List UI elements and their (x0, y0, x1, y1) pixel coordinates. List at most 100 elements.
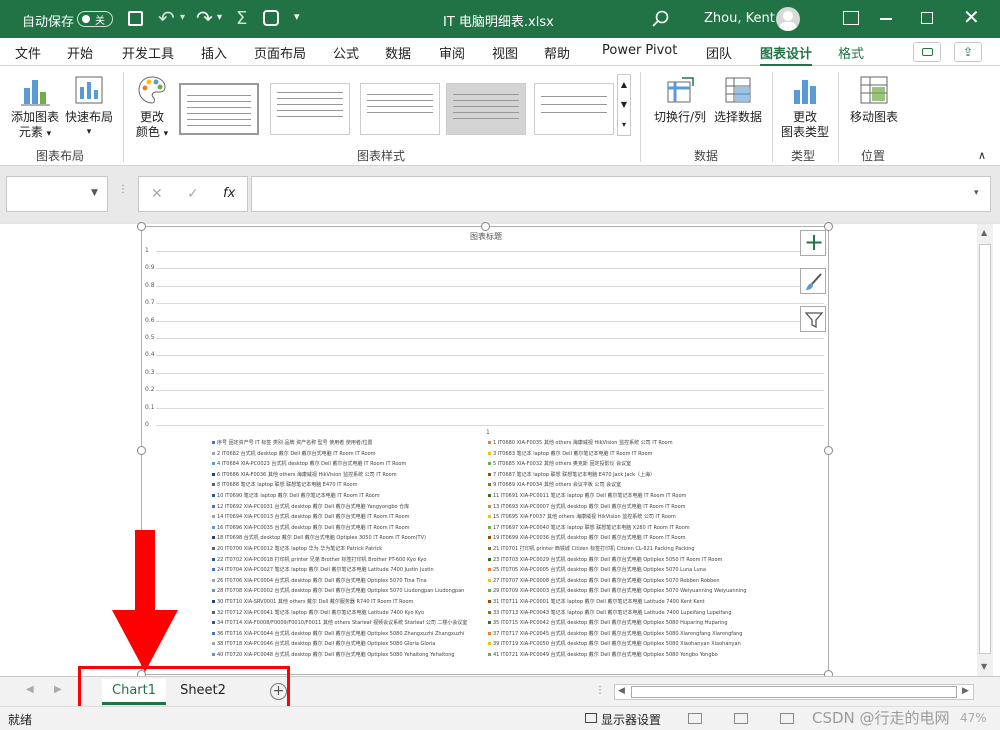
legend-entry[interactable]: 37 IT0717 XIA-PC0045 台式机 desktop 戴尔 Dell… (488, 630, 742, 637)
hscroll-right-icon[interactable]: ▶ (962, 686, 969, 696)
switch-row-column-button[interactable]: 切换行/列 (650, 74, 710, 125)
tab-home[interactable]: 开始 (67, 43, 93, 62)
cancel-icon[interactable]: ✕ (151, 186, 163, 202)
minimize-icon[interactable] (880, 18, 892, 20)
tab-developer[interactable]: 开发工具 (122, 43, 174, 62)
legend[interactable]: 序号 固定资产号 IT 标签 类别 品牌 资产名称 型号 使用者 使用者/位置 1… (212, 439, 772, 671)
tab-formulas[interactable]: 公式 (333, 43, 359, 62)
collapse-ribbon-icon[interactable]: ∧ (978, 149, 986, 162)
legend-entry[interactable]: 23 IT0703 XIA-PC0029 台式机 desktop 戴尔 Dell… (488, 556, 722, 563)
shapes-icon[interactable] (263, 10, 279, 26)
legend-entry[interactable]: 30 IT0710 XIA-SRV0001 其他 others 戴尔 Dell … (212, 598, 413, 605)
ribbon-display-icon[interactable] (843, 11, 859, 25)
legend-entry[interactable]: 序号 固定资产号 IT 标签 类别 品牌 资产名称 型号 使用者 使用者/位置 (212, 439, 373, 446)
legend-entry[interactable]: 28 IT0708 XIA-PC0002 台式机 desktop 戴尔 Dell… (212, 587, 464, 594)
legend-entry[interactable]: 16 IT0696 XIA-PC0035 台式机 desktop 戴尔 Dell… (212, 524, 410, 531)
hscroll-left-icon[interactable]: ◀ (618, 686, 625, 696)
legend-entry[interactable]: 21 IT0701 打印机 printer 西铁城 Citizen 标签打印机 … (488, 545, 695, 552)
quick-layout-button[interactable]: 快速布局 ▾ (63, 74, 115, 140)
legend-entry[interactable]: 35 IT0715 XIA-PC0042 台式机 desktop 戴尔 Dell… (488, 619, 728, 626)
redo-dropdown-icon[interactable]: ▾ (217, 12, 222, 23)
customize-qat-icon[interactable]: ▾ (294, 10, 300, 23)
search-icon[interactable] (652, 10, 670, 28)
save-icon[interactable] (128, 11, 143, 26)
legend-entry[interactable]: 10 IT0690 笔记本 laptop 戴尔 Dell 戴尔笔记本电脑 IT … (212, 492, 380, 499)
legend-entry[interactable]: 33 IT0713 XIA-PC0043 笔记本 laptop 戴尔 Dell … (488, 609, 732, 616)
chart-elements-button[interactable]: + (800, 228, 826, 256)
legend-entry[interactable]: 20 IT0700 XIA-PC0012 笔记本 laptop 华为 华为笔记本… (212, 545, 382, 552)
expand-formula-icon[interactable]: ▾ (974, 188, 979, 198)
enter-icon[interactable]: ✓ (187, 186, 199, 202)
tab-page-layout[interactable]: 页面布局 (254, 43, 306, 62)
legend-entry[interactable]: 32 IT0712 XIA-PC0041 笔记本 laptop 戴尔 Dell … (212, 609, 424, 616)
scroll-down-icon[interactable]: ▼ (981, 662, 987, 671)
legend-entry[interactable]: 5 IT0685 XIA-F0032 其他 others 奥克斯 固定投影仪 会… (488, 460, 631, 467)
formula-input[interactable]: ▾ (251, 176, 991, 212)
tab-chart-design[interactable]: 图表设计 (760, 43, 813, 67)
resize-handle[interactable] (824, 446, 833, 455)
chart-style-2[interactable] (270, 83, 350, 135)
legend-entry[interactable]: 29 IT0709 XIA-PC0003 台式机 desktop 戴尔 Dell… (488, 587, 746, 594)
legend-entry[interactable]: 1 IT0680 XIA-F0035 其他 others 海康威视 HikVis… (488, 439, 673, 446)
legend-entry[interactable]: 31 IT0711 XIA-PC0001 笔记本 laptop 戴尔 Dell … (488, 598, 705, 605)
change-chart-type-button[interactable]: 更改 图表类型 (776, 74, 834, 140)
legend-entry[interactable]: 26 IT0706 XIA-PC0004 台式机 desktop 戴尔 Dell… (212, 577, 427, 584)
legend-entry[interactable]: 11 IT0691 XIA-PC0011 笔记本 laptop 戴尔 Dell … (488, 492, 686, 499)
legend-entry[interactable]: 12 IT0692 XIA-PC0031 台式机 desktop 戴尔 Dell… (212, 503, 409, 510)
tab-scroll-left-icon[interactable]: ◀ (26, 684, 34, 695)
share-icon[interactable]: ⇪ (954, 42, 982, 62)
legend-entry[interactable]: 9 IT0689 XIA-F0034 其他 others 会议平板 公司 会议室 (488, 481, 621, 488)
scroll-thumb[interactable] (979, 244, 991, 654)
legend-entry[interactable]: 18 IT0698 台式机 desktop 戴尔 Dell 戴尔台式电脑 Opt… (212, 534, 426, 541)
legend-entry[interactable]: 40 IT0720 XIA-PC0048 台式机 desktop 戴尔 Dell… (212, 651, 455, 658)
horizontal-scrollbar[interactable]: ◀ ▶ (614, 684, 974, 700)
legend-entry[interactable]: 36 IT0716 XIA-PC0044 台式机 desktop 戴尔 Dell… (212, 630, 464, 637)
tab-split-handle[interactable]: ⋮ (595, 685, 605, 696)
page-layout-view-icon[interactable] (734, 713, 748, 724)
name-box-dropdown-icon[interactable]: ▼ (91, 188, 98, 198)
gallery-more-icon[interactable]: ▾ (618, 115, 630, 135)
user-name[interactable]: Zhou, Kent (704, 11, 775, 26)
undo-dropdown-icon[interactable]: ▾ (180, 12, 185, 23)
chart-style-4[interactable] (446, 83, 526, 135)
resize-handle[interactable] (137, 222, 146, 231)
legend-entry[interactable]: 2 IT0682 台式机 desktop 戴尔 Dell 戴尔台式电脑 IT R… (212, 450, 376, 457)
move-chart-button[interactable]: 移动图表 (844, 74, 904, 125)
legend-entry[interactable]: 17 IT0697 XIA-PC0040 笔记本 laptop 联想 联想笔记本… (488, 524, 690, 531)
tab-format[interactable]: 格式 (838, 43, 864, 62)
chart-filters-button[interactable] (800, 306, 826, 332)
tab-team[interactable]: 团队 (706, 43, 732, 62)
tab-help[interactable]: 帮助 (544, 43, 570, 62)
legend-entry[interactable]: 41 IT0721 XIA-PC0049 台式机 desktop 戴尔 Dell… (488, 651, 718, 658)
zoom-level[interactable]: 47% (960, 711, 987, 725)
select-data-button[interactable]: 选择数据 (710, 74, 766, 125)
legend-entry[interactable]: 19 IT0699 XIA-PC0036 台式机 desktop 戴尔 Dell… (488, 534, 686, 541)
normal-view-icon[interactable] (688, 713, 702, 724)
legend-entry[interactable]: 25 IT0705 XIA-PC0005 台式机 desktop 戴尔 Dell… (488, 566, 706, 573)
legend-entry[interactable]: 15 IT0695 XIA-F0037 其他 others 海康威视 HikVi… (488, 513, 676, 520)
tab-scroll-right-icon[interactable]: ▶ (54, 684, 62, 695)
tab-insert[interactable]: 插入 (201, 43, 227, 62)
chart-style-1[interactable] (179, 83, 259, 135)
maximize-icon[interactable] (921, 12, 933, 24)
tab-data[interactable]: 数据 (385, 43, 411, 62)
chart-styles-gallery[interactable] (174, 72, 617, 136)
legend-entry[interactable]: 4 IT0684 XIA-PC0023 台式机 desktop 戴尔 Dell … (212, 460, 406, 467)
plot-area[interactable]: 1 0.9 0.8 0.7 0.6 0.5 0.4 0.3 0.2 0.1 0 (142, 227, 830, 432)
legend-entry[interactable]: 14 IT0694 XIA-PC0013 台式机 desktop 戴尔 Dell… (212, 513, 410, 520)
legend-entry[interactable]: 24 IT0704 XIA-PC0027 笔记本 laptop 戴尔 Dell … (212, 566, 434, 573)
legend-entry[interactable]: 34 IT0714 XIA-F0008/F0009/F0010/F0011 其他… (212, 619, 467, 626)
change-colors-button[interactable]: 更改 颜色 ▾ (130, 74, 174, 142)
autosum-icon[interactable]: Σ (236, 8, 247, 29)
resize-handle[interactable] (481, 222, 490, 231)
tab-view[interactable]: 视图 (492, 43, 518, 62)
legend-entry[interactable]: 13 IT0693 XIA-PC0007 台式机 desktop 戴尔 Dell… (488, 503, 686, 510)
insert-function-icon[interactable]: fx (223, 186, 235, 201)
legend-entry[interactable]: 38 IT0718 XIA-PC0046 台式机 desktop 戴尔 Dell… (212, 640, 435, 647)
autosave-toggle[interactable]: 关 (77, 11, 113, 27)
tab-review[interactable]: 审阅 (439, 43, 465, 62)
display-settings-label[interactable]: 显示器设置 (601, 711, 661, 728)
hscroll-thumb[interactable] (631, 686, 957, 698)
legend-entry[interactable]: 39 IT0719 XIA-PC0050 台式机 desktop 戴尔 Dell… (488, 640, 741, 647)
page-break-view-icon[interactable] (780, 713, 794, 724)
